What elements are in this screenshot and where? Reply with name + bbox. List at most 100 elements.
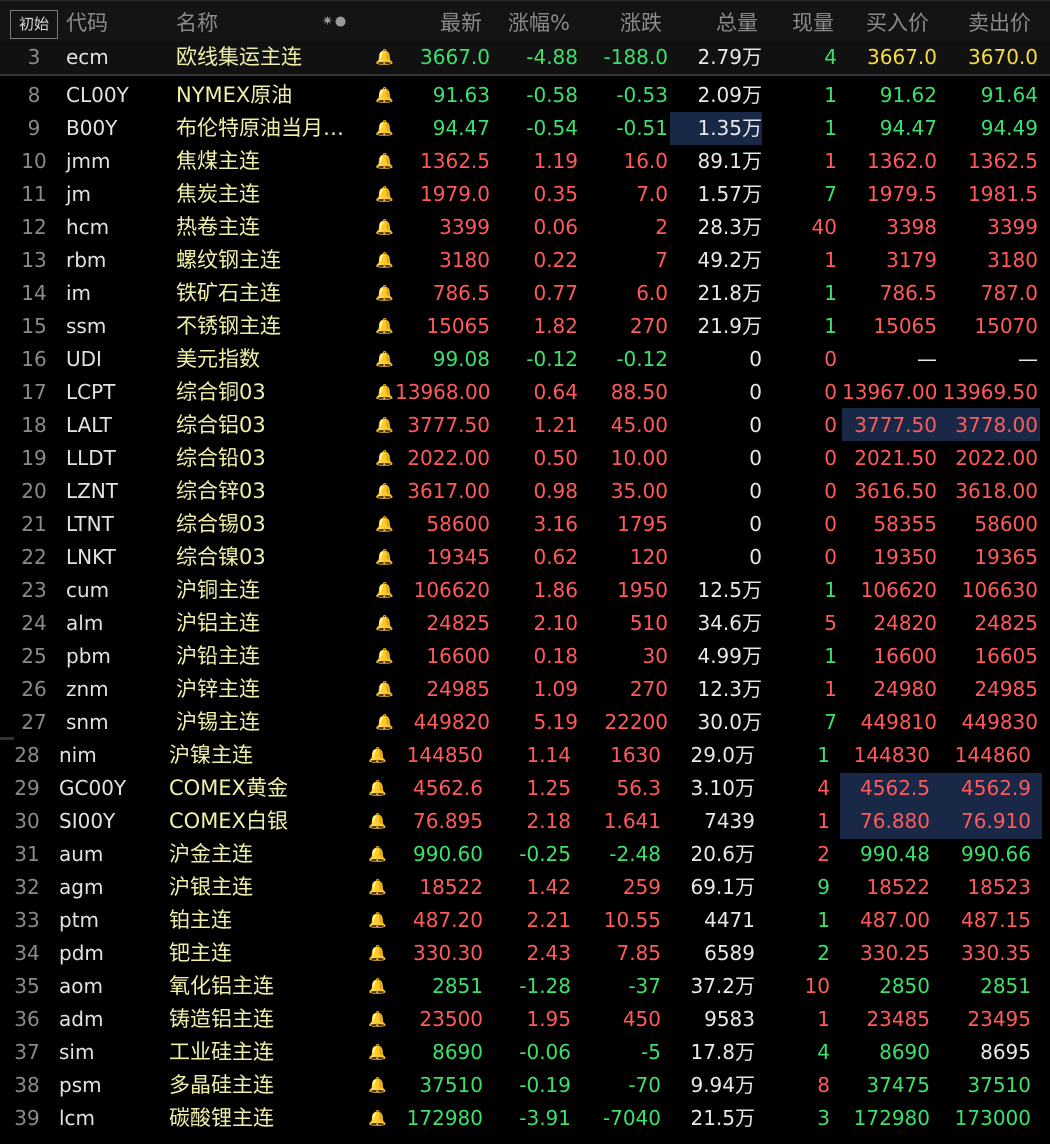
- alert-bell-icon[interactable]: 🔔: [375, 41, 394, 74]
- current-volume: 10: [804, 974, 830, 998]
- symbol-name: 布伦特原油当月…: [176, 116, 344, 140]
- alert-bell-icon[interactable]: 🔔: [375, 310, 394, 343]
- total-volume: 69.1万: [663, 871, 755, 904]
- table-row[interactable]: 31 aum 沪金主连 🔔 990.60 -0.25 -2.48 20.6万 2 990.48 99…: [0, 838, 1050, 871]
- bid-price: 76.880: [860, 809, 930, 833]
- table-row[interactable]: 22 LNKT 综合镍03 🔔 19345 0.62 120 0 0 19350 19365: [0, 541, 1050, 574]
- alert-bell-icon[interactable]: 🔔: [375, 343, 394, 376]
- pinned-row[interactable]: 3 ecm 欧线集运主连 🔔 3667.0 -4.88 -188.0 2.79万 4 3667.0…: [0, 41, 1050, 76]
- table-row[interactable]: 35 aom 氧化铝主连 🔔 2851 -1.28 -37 37.2万 10 2850 2851: [0, 970, 1050, 1003]
- table-row[interactable]: 18 LALT 综合铝03 🔔 3777.50 1.21 45.00 0 0 3777.50 377…: [0, 409, 1050, 442]
- alert-bell-icon[interactable]: 🔔: [375, 574, 394, 607]
- table-row[interactable]: 39 lcm 碳酸锂主连 🔔 172980 -3.91 -7040 21.5万 3 172980 1…: [0, 1102, 1050, 1135]
- symbol-name: 热卷主连: [176, 215, 260, 239]
- alert-bell-icon[interactable]: 🔔: [375, 607, 394, 640]
- table-row[interactable]: 21 LTNT 综合锡03 🔔 58600 3.16 1795 0 0 58355 58600: [0, 508, 1050, 541]
- table-row[interactable]: 37 sim 工业硅主连 🔔 8690 -0.06 -5 17.8万 4 8690 8695: [0, 1036, 1050, 1069]
- alert-bell-icon[interactable]: 🔔: [375, 706, 394, 739]
- volume-value: 0: [749, 512, 762, 536]
- table-row[interactable]: 8 CL00Y NYMEX原油 🔔 91.63 -0.58 -0.53 2.09万 1 91.62…: [0, 79, 1050, 112]
- row-index: 28: [14, 743, 40, 767]
- alert-bell-icon[interactable]: 🔔: [368, 1069, 387, 1102]
- alert-bell-icon[interactable]: 🔔: [375, 475, 394, 508]
- table-row[interactable]: 25 pbm 沪铅主连 🔔 16600 0.18 30 4.99万 1 16600 16605: [0, 640, 1050, 673]
- table-header: 初始 代码 名称 ✷● 最新 涨幅% 涨跌 总量 现量 买入价 卖出价: [0, 0, 1050, 41]
- alert-bell-icon[interactable]: 🔔: [368, 805, 387, 838]
- table-row[interactable]: 28 nim 沪镍主连 🔔 144850 1.14 1630 29.0万 1 144830 1448…: [0, 739, 1050, 772]
- current-volume: 0: [824, 512, 837, 536]
- col-header-current-volume[interactable]: 现量: [792, 10, 834, 36]
- bid-price: 91.62: [879, 83, 937, 107]
- volume-value: 0: [749, 545, 762, 569]
- volume-value: 49.2: [697, 248, 742, 272]
- table-row[interactable]: 20 LZNT 综合锌03 🔔 3617.00 0.98 35.00 0 0 3616.50 361…: [0, 475, 1050, 508]
- table-row[interactable]: 23 cum 沪铜主连 🔔 106620 1.86 1950 12.5万 1 106620 1066…: [0, 574, 1050, 607]
- alert-bell-icon[interactable]: 🔔: [375, 376, 394, 409]
- alert-bell-icon[interactable]: 🔔: [375, 673, 394, 706]
- col-header-change[interactable]: 涨跌: [620, 10, 662, 36]
- table-row[interactable]: 13 rbm 螺纹钢主连 🔔 3180 0.22 7 49.2万 1 3179 3180: [0, 244, 1050, 277]
- volume-value: 9583: [704, 1007, 755, 1031]
- alert-bell-icon[interactable]: 🔔: [368, 1102, 387, 1135]
- alert-bell-icon[interactable]: 🔔: [375, 79, 394, 112]
- table-row[interactable]: 14 im 铁矿石主连 🔔 786.5 0.77 6.0 21.8万 1 786.5 787.0: [0, 277, 1050, 310]
- table-row[interactable]: 9 B00Y 布伦特原油当月… 🔔 94.47 -0.54 -0.51 1.35万 1 94.47…: [0, 112, 1050, 145]
- alert-bell-icon[interactable]: 🔔: [375, 178, 394, 211]
- alert-bell-icon[interactable]: 🔔: [375, 541, 394, 574]
- table-row[interactable]: 16 UDI 美元指数 🔔 99.08 -0.12 -0.12 0 0 — —: [0, 343, 1050, 376]
- table-row[interactable]: 19 LLDT 综合铅03 🔔 2022.00 0.50 10.00 0 0 2021.50 202…: [0, 442, 1050, 475]
- table-row[interactable]: 27 snm 沪锡主连 🔔 449820 5.19 22200 30.0万 7 449810 449…: [0, 706, 1050, 739]
- alert-bell-icon[interactable]: 🔔: [375, 277, 394, 310]
- symbol-code: LLDT: [66, 446, 116, 470]
- table-row[interactable]: 17 LCPT 综合铜03 🔔 13968.00 0.64 88.50 0 0 13967.00 1…: [0, 376, 1050, 409]
- alert-bell-icon[interactable]: 🔔: [368, 739, 387, 772]
- init-button[interactable]: 初始: [10, 10, 58, 39]
- alert-bell-icon[interactable]: 🔔: [375, 508, 394, 541]
- table-row[interactable]: 11 jm 焦炭主连 🔔 1979.0 0.35 7.0 1.57万 7 1979.5 1981.5: [0, 178, 1050, 211]
- symbol-code: cum: [66, 578, 110, 602]
- col-header-bid[interactable]: 买入价: [866, 10, 929, 36]
- symbol-code: pdm: [59, 941, 104, 965]
- table-row[interactable]: 24 alm 沪铝主连 🔔 24825 2.10 510 34.6万 5 24820 24825: [0, 607, 1050, 640]
- table-row[interactable]: 33 ptm 铂主连 🔔 487.20 2.21 10.55 4471 1 487.00 487.1…: [0, 904, 1050, 937]
- table-row[interactable]: 32 agm 沪银主连 🔔 18522 1.42 259 69.1万 9 18522 18523: [0, 871, 1050, 904]
- bid-price: 990.48: [860, 842, 930, 866]
- alert-bell-icon[interactable]: 🔔: [375, 442, 394, 475]
- row-index: 35: [14, 974, 40, 998]
- table-row[interactable]: 30 SI00Y COMEX白银 🔔 76.895 2.18 1.641 7439 1 76.88…: [0, 805, 1050, 838]
- table-row[interactable]: 26 znm 沪锌主连 🔔 24985 1.09 270 12.3万 1 24980 24985: [0, 673, 1050, 706]
- table-row[interactable]: 12 hcm 热卷主连 🔔 3399 0.06 2 28.3万 40 3398 3399: [0, 211, 1050, 244]
- alert-bell-icon[interactable]: 🔔: [375, 211, 394, 244]
- col-header-last[interactable]: 最新: [440, 10, 482, 36]
- table-row[interactable]: 34 pdm 钯主连 🔔 330.30 2.43 7.85 6589 2 330.25 330.35: [0, 937, 1050, 970]
- col-header-change-pct[interactable]: 涨幅%: [508, 10, 570, 36]
- table-row[interactable]: 36 adm 铸造铝主连 🔔 23500 1.95 450 9583 1 23485 23495: [0, 1003, 1050, 1036]
- alert-bell-icon[interactable]: 🔔: [368, 1036, 387, 1069]
- alert-bell-icon[interactable]: 🔔: [368, 838, 387, 871]
- table-row[interactable]: 15 ssm 不锈钢主连 🔔 15065 1.82 270 21.9万 1 15065 15070: [0, 310, 1050, 343]
- alert-bell-icon[interactable]: 🔔: [368, 970, 387, 1003]
- table-row[interactable]: 29 GC00Y COMEX黄金 🔔 4562.6 1.25 56.3 3.10万 4 4562.…: [0, 772, 1050, 805]
- alert-bell-icon[interactable]: 🔔: [375, 409, 394, 442]
- col-header-code[interactable]: 代码: [66, 10, 108, 36]
- column-settings-icon[interactable]: ✷●: [322, 14, 348, 29]
- table-row[interactable]: 10 jmm 焦煤主连 🔔 1362.5 1.19 16.0 89.1万 1 1362.0 1362…: [0, 145, 1050, 178]
- symbol-name: 多晶硅主连: [169, 1073, 274, 1097]
- alert-bell-icon[interactable]: 🔔: [368, 871, 387, 904]
- alert-bell-icon[interactable]: 🔔: [375, 640, 394, 673]
- alert-bell-icon[interactable]: 🔔: [375, 112, 394, 145]
- alert-bell-icon[interactable]: 🔔: [368, 904, 387, 937]
- table-row[interactable]: 38 psm 多晶硅主连 🔔 37510 -0.19 -70 9.94万 8 37475 37510: [0, 1069, 1050, 1102]
- symbol-code: CL00Y: [66, 83, 129, 107]
- last-price: 106620: [413, 578, 490, 602]
- alert-bell-icon[interactable]: 🔔: [368, 1003, 387, 1036]
- alert-bell-icon[interactable]: 🔔: [375, 145, 394, 178]
- col-header-ask[interactable]: 卖出价: [968, 10, 1031, 36]
- alert-bell-icon[interactable]: 🔔: [368, 772, 387, 805]
- symbol-code: jm: [66, 182, 92, 206]
- alert-bell-icon[interactable]: 🔔: [375, 244, 394, 277]
- col-header-name[interactable]: 名称: [176, 10, 218, 36]
- col-header-volume[interactable]: 总量: [716, 10, 758, 36]
- alert-bell-icon[interactable]: 🔔: [368, 937, 387, 970]
- last-price: 2022.00: [407, 446, 490, 470]
